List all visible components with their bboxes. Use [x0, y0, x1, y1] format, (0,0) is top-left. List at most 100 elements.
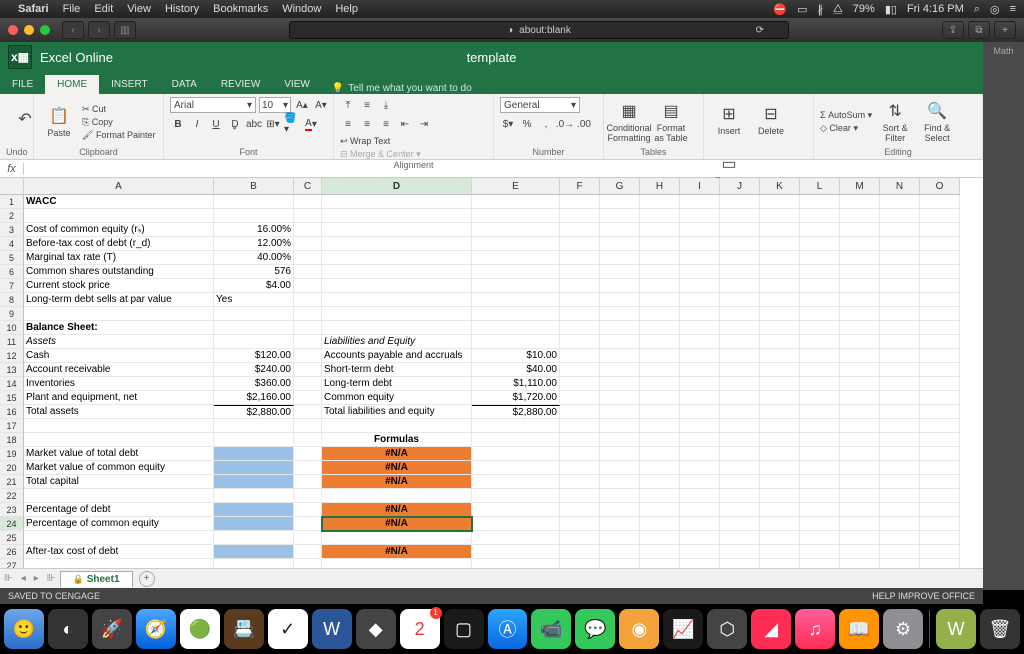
- cell-A20[interactable]: Market value of common equity: [24, 461, 214, 475]
- cell-D18[interactable]: Formulas: [322, 433, 472, 447]
- cell-F14[interactable]: [560, 377, 600, 391]
- cell-O6[interactable]: [920, 265, 960, 279]
- cell-K20[interactable]: [760, 461, 800, 475]
- cell-E7[interactable]: [472, 279, 560, 293]
- cell-M6[interactable]: [840, 265, 880, 279]
- cell-I21[interactable]: [680, 475, 720, 489]
- cell-H24[interactable]: [640, 517, 680, 531]
- cell-F5[interactable]: [560, 251, 600, 265]
- cell-O7[interactable]: [920, 279, 960, 293]
- cell-K23[interactable]: [760, 503, 800, 517]
- row-header-18[interactable]: 18: [0, 433, 24, 447]
- dock-stocks-icon[interactable]: 📈: [663, 609, 703, 649]
- cell-J14[interactable]: [720, 377, 760, 391]
- row-header-20[interactable]: 20: [0, 461, 24, 475]
- clear-button[interactable]: ◇ Clear ▾: [820, 123, 872, 134]
- stop-icon[interactable]: ⛔: [773, 3, 787, 16]
- sheet-last-button[interactable]: ⊪: [43, 573, 60, 584]
- cell-H9[interactable]: [640, 307, 680, 321]
- cell-J9[interactable]: [720, 307, 760, 321]
- cell-F7[interactable]: [560, 279, 600, 293]
- cell-H17[interactable]: [640, 419, 680, 433]
- cell-A24[interactable]: Percentage of common equity: [24, 517, 214, 531]
- cell-C15[interactable]: [294, 391, 322, 405]
- cell-F15[interactable]: [560, 391, 600, 405]
- cell-F13[interactable]: [560, 363, 600, 377]
- cell-D5[interactable]: [322, 251, 472, 265]
- cell-E26[interactable]: [472, 545, 560, 559]
- cell-I5[interactable]: [680, 251, 720, 265]
- cell-E15[interactable]: $1,720.00: [472, 391, 560, 405]
- cell-N25[interactable]: [880, 531, 920, 545]
- cell-G17[interactable]: [600, 419, 640, 433]
- cell-B10[interactable]: [214, 321, 294, 335]
- cell-N27[interactable]: [880, 559, 920, 568]
- cell-G22[interactable]: [600, 489, 640, 503]
- inc-decimal-button[interactable]: .0→: [557, 116, 573, 132]
- dock-finder-icon[interactable]: 🙂: [4, 609, 44, 649]
- dock-contacts-icon[interactable]: 📇: [224, 609, 264, 649]
- cell-A4[interactable]: Before-tax cost of debt (r_d): [24, 237, 214, 251]
- cell-N6[interactable]: [880, 265, 920, 279]
- cell-E13[interactable]: $40.00: [472, 363, 560, 377]
- cell-C5[interactable]: [294, 251, 322, 265]
- row-header-3[interactable]: 3: [0, 223, 24, 237]
- cell-H3[interactable]: [640, 223, 680, 237]
- dock-ibooks-icon[interactable]: 📖: [839, 609, 879, 649]
- document-name[interactable]: template: [467, 50, 517, 65]
- cell-D20[interactable]: #N/A: [322, 461, 472, 475]
- cell-J2[interactable]: [720, 209, 760, 223]
- cell-N26[interactable]: [880, 545, 920, 559]
- cell-N24[interactable]: [880, 517, 920, 531]
- menu-edit[interactable]: Edit: [94, 3, 113, 15]
- dock-music-icon[interactable]: ♫: [795, 609, 835, 649]
- cell-C8[interactable]: [294, 293, 322, 307]
- cell-M13[interactable]: [840, 363, 880, 377]
- cell-L16[interactable]: [800, 405, 840, 419]
- cell-K17[interactable]: [760, 419, 800, 433]
- cell-J10[interactable]: [720, 321, 760, 335]
- cell-O24[interactable]: [920, 517, 960, 531]
- cell-A19[interactable]: Market value of total debt: [24, 447, 214, 461]
- cell-H18[interactable]: [640, 433, 680, 447]
- cell-E23[interactable]: [472, 503, 560, 517]
- dock-app3-icon[interactable]: ◉: [619, 609, 659, 649]
- cell-J15[interactable]: [720, 391, 760, 405]
- cell-D10[interactable]: [322, 321, 472, 335]
- cell-N5[interactable]: [880, 251, 920, 265]
- cell-J13[interactable]: [720, 363, 760, 377]
- sheet-tab-1[interactable]: 🔒Sheet1: [60, 571, 133, 587]
- cell-L3[interactable]: [800, 223, 840, 237]
- cell-F16[interactable]: [560, 405, 600, 419]
- cell-L9[interactable]: [800, 307, 840, 321]
- number-format-select[interactable]: General▾: [500, 97, 580, 113]
- cell-O20[interactable]: [920, 461, 960, 475]
- cell-A21[interactable]: Total capital: [24, 475, 214, 489]
- cell-N21[interactable]: [880, 475, 920, 489]
- row-header-19[interactable]: 19: [0, 447, 24, 461]
- dec-decimal-button[interactable]: .00: [576, 116, 592, 132]
- cell-J1[interactable]: [720, 195, 760, 209]
- cell-O5[interactable]: [920, 251, 960, 265]
- menu-bookmarks[interactable]: Bookmarks: [213, 3, 268, 15]
- cell-L7[interactable]: [800, 279, 840, 293]
- menu-icon[interactable]: ≡: [1010, 3, 1016, 15]
- cell-C18[interactable]: [294, 433, 322, 447]
- cell-K4[interactable]: [760, 237, 800, 251]
- row-header-25[interactable]: 25: [0, 531, 24, 545]
- cell-O21[interactable]: [920, 475, 960, 489]
- paste-button[interactable]: 📋Paste: [40, 99, 78, 145]
- cell-H11[interactable]: [640, 335, 680, 349]
- col-header-L[interactable]: L: [800, 178, 840, 195]
- cell-F9[interactable]: [560, 307, 600, 321]
- cell-F6[interactable]: [560, 265, 600, 279]
- cell-B24[interactable]: [214, 517, 294, 531]
- cell-M12[interactable]: [840, 349, 880, 363]
- cell-B7[interactable]: $4.00: [214, 279, 294, 293]
- strike-button[interactable]: abc: [246, 116, 262, 132]
- font-color-button[interactable]: A▾: [303, 116, 319, 132]
- cell-C13[interactable]: [294, 363, 322, 377]
- row-header-7[interactable]: 7: [0, 279, 24, 293]
- cell-D25[interactable]: [322, 531, 472, 545]
- cell-N8[interactable]: [880, 293, 920, 307]
